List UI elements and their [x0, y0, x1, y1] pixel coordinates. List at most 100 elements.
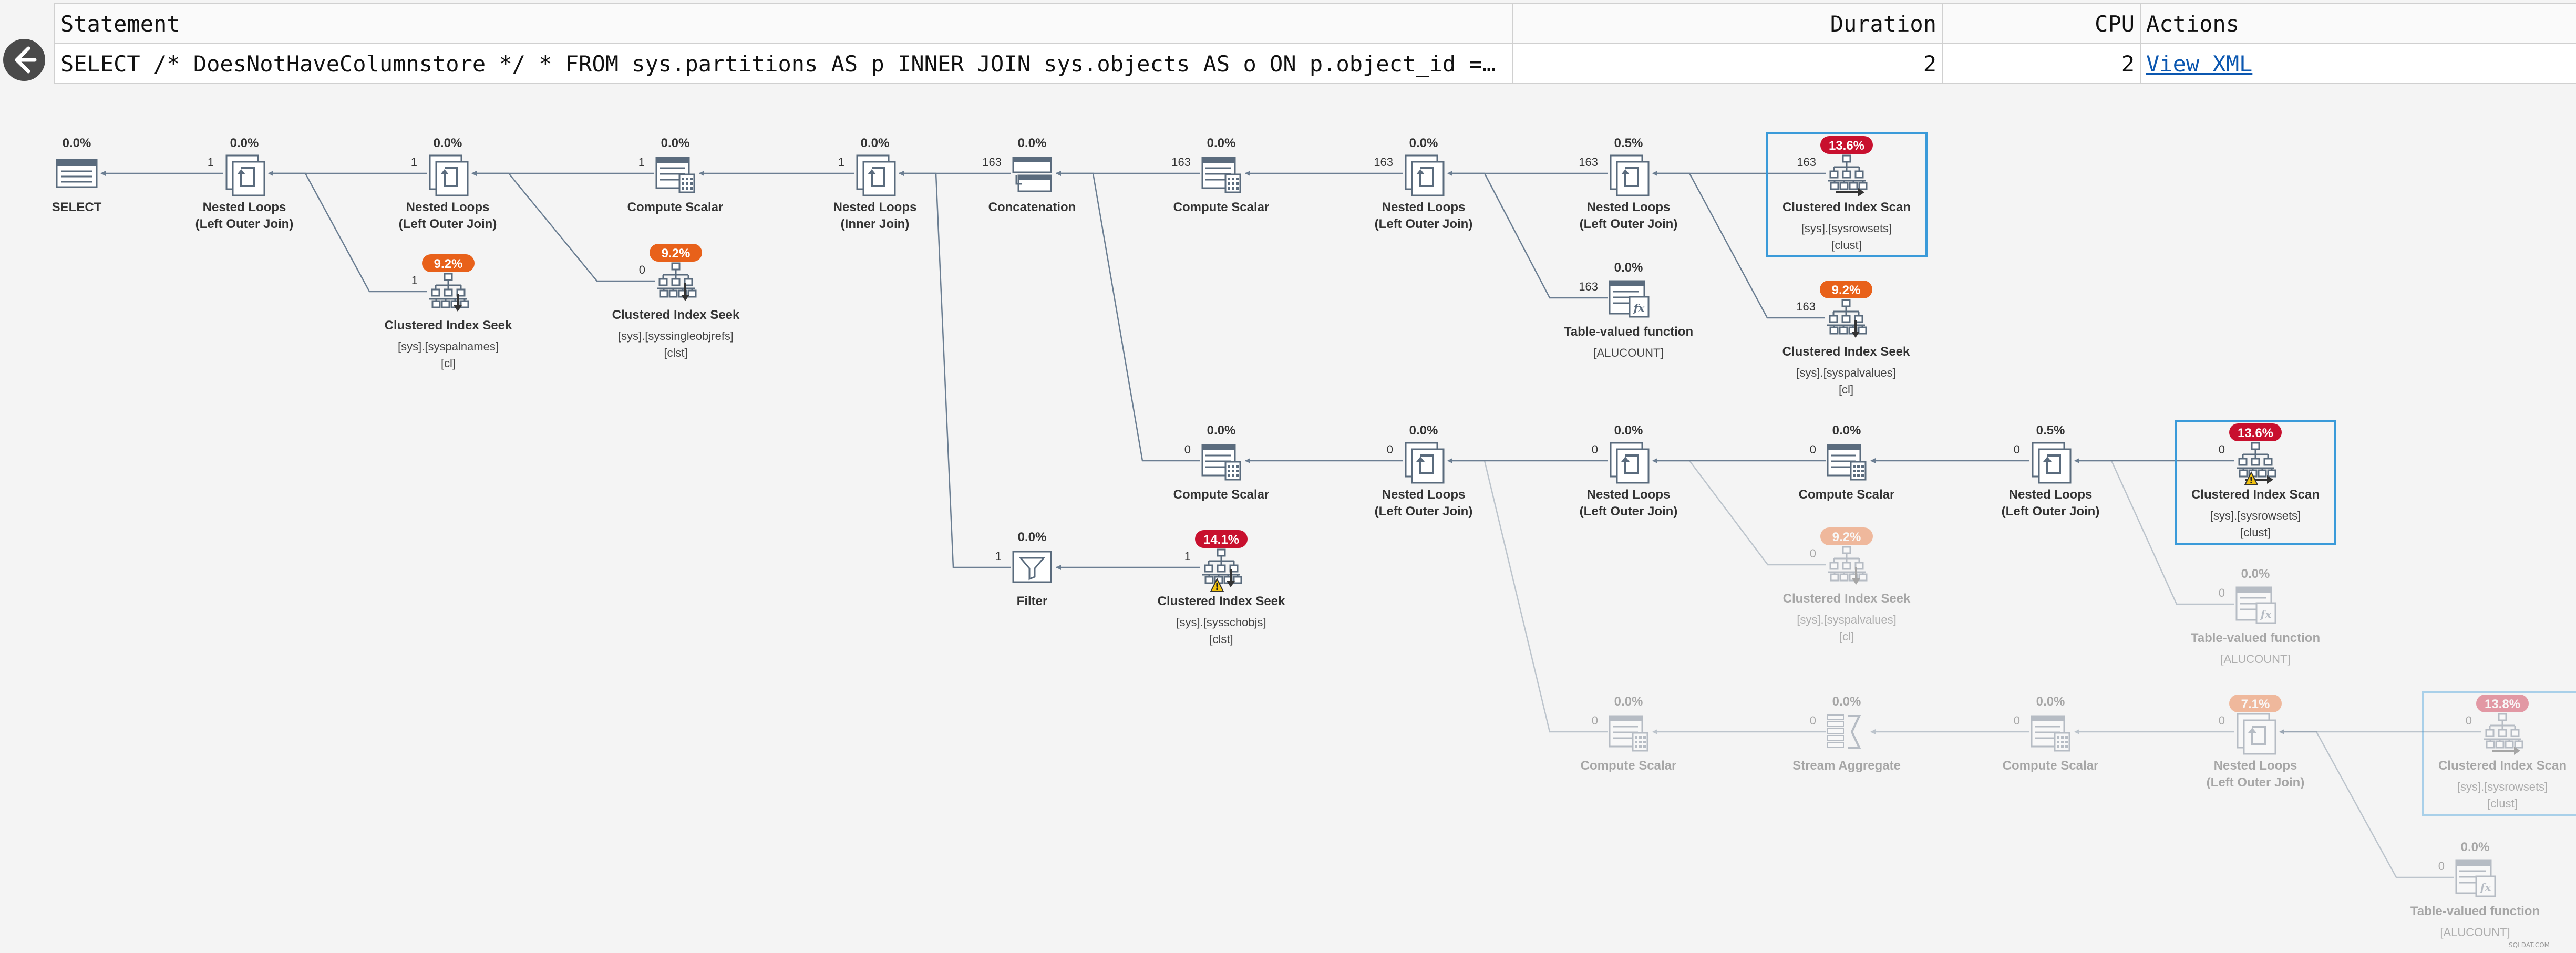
- plan-node-select[interactable]: 0.0% SELECT: [52, 136, 102, 214]
- plan-node-nl3[interactable]: 0.0% Nested Loops (Inner Join): [833, 136, 917, 231]
- plan-node-seek4[interactable]: 14.1%!Clustered Index Seek [sys].[sysscho…: [1158, 530, 1285, 646]
- operator-detail: [sys].[syspalnames]: [398, 340, 499, 353]
- operator-label: (Left Outer Join): [1580, 217, 1678, 231]
- operator-detail: [sys].[syspalvalues]: [1796, 366, 1896, 379]
- cost-percent: 13.6%: [1829, 139, 1864, 153]
- row-count-label: 163: [982, 156, 1002, 169]
- operator-detail: [clst]: [664, 346, 687, 359]
- plan-node-cs3[interactable]: 0.0% Compute Scalar: [1173, 423, 1270, 502]
- plan-node-tvf3[interactable]: 0.0% fx Table-valued function [ALUCOUNT]: [2410, 840, 2540, 939]
- plan-node-sa[interactable]: 0.0% Stream Aggregate: [1792, 695, 1901, 773]
- plan-node-seek3[interactable]: 9.2% Clustered Index Seek [sys].[syspalval…: [1782, 281, 1910, 396]
- plan-node-cs1[interactable]: 0.0% Compute Scalar: [627, 136, 724, 214]
- row-count-label: 0: [1810, 443, 1816, 456]
- row-count-label: 163: [1579, 280, 1598, 293]
- svg-text:fx: fx: [2479, 881, 2492, 894]
- plan-node-cs5[interactable]: 0.0% Compute Scalar: [1581, 695, 1677, 773]
- row-count-label: 0: [2219, 443, 2225, 456]
- operator-detail: [clust]: [1831, 239, 1861, 252]
- operator-label: Nested Loops: [406, 200, 490, 214]
- row-count-label: 0: [2219, 714, 2225, 727]
- cost-percent: 14.1%: [1203, 533, 1239, 547]
- plan-edge: 163: [1245, 156, 1403, 176]
- cost-percent: 0.0%: [1018, 136, 1047, 150]
- plan-node-nl2[interactable]: 0.0% Nested Loops (Left Outer Join): [399, 136, 497, 231]
- plan-node-cs2[interactable]: 0.0% Compute Scalar: [1173, 136, 1270, 214]
- plan-node-nl9[interactable]: 7.1% Nested Loops (Left Outer Join): [2207, 695, 2305, 790]
- plan-node-seek2[interactable]: 9.2% Clustered Index Seek [sys].[syssingle…: [612, 244, 740, 359]
- row-count-label: 0: [1810, 547, 1816, 560]
- svg-text:!: !: [1215, 582, 1219, 593]
- table-valued-function-icon: fx: [2455, 859, 2496, 897]
- plan-node-cs6[interactable]: 0.0% Compute Scalar: [2003, 695, 2099, 773]
- plan-edge: 0: [1652, 458, 1826, 566]
- cost-percent: 9.2%: [1832, 283, 1861, 297]
- plan-edge: 0: [1652, 714, 1826, 734]
- plan-node-concat[interactable]: 0.0% Concatenation: [988, 136, 1076, 214]
- clustered-index-seek-icon: [429, 273, 469, 312]
- nested-loops-icon: [1610, 442, 1650, 484]
- plan-edge: 163: [1447, 156, 1608, 176]
- plan-node-nl4[interactable]: 0.0% Nested Loops (Left Outer Join): [1375, 136, 1473, 231]
- plan-node-cis1[interactable]: 13.6% Clustered Index Scan [sys].[sysrowse…: [1766, 132, 1928, 257]
- plan-edge: 0: [2279, 729, 2454, 878]
- plan-edge: 1: [699, 156, 854, 176]
- svg-text:fx: fx: [1633, 302, 1645, 314]
- plan-node-tvf2[interactable]: 0.0% fx Table-valued function [ALUCOUNT]: [2191, 567, 2320, 666]
- clustered-index-seek-icon: [1828, 546, 1868, 585]
- plan-edge: 1: [471, 156, 654, 176]
- clustered-index-scan-icon: [2237, 442, 2276, 484]
- compute-scalar-icon: [1201, 157, 1241, 193]
- operator-label: Clustered Index Scan: [2191, 488, 2320, 502]
- plan-node-cis2[interactable]: 13.6%! Clustered Index Scan [sys].[sysrows…: [2175, 420, 2336, 545]
- operator-label: (Left Outer Join): [2002, 504, 2100, 519]
- table-valued-function-icon: fx: [2235, 586, 2276, 624]
- plan-node-seek5[interactable]: 9.2% Clustered Index Seek [sys].[syspalval…: [1783, 527, 1911, 643]
- clustered-index-scan-icon: [1828, 154, 1868, 196]
- operator-label: Compute Scalar: [1581, 759, 1677, 773]
- plan-node-cis3[interactable]: 13.8% Clustered Index Scan [sys].[sysrowse…: [2422, 691, 2576, 816]
- cost-percent: 0.0%: [1614, 695, 1643, 709]
- plan-node-tvf1[interactable]: 0.0% fx Table-valued function [ALUCOUNT]: [1564, 261, 1693, 359]
- plan-node-cs4[interactable]: 0.0% Compute Scalar: [1799, 423, 1895, 502]
- nested-loops-icon: [1610, 154, 1650, 196]
- plan-edge: 1: [268, 171, 427, 293]
- operator-detail: [sys].[sysrowsets]: [1801, 222, 1892, 235]
- plan-edge: 163: [1447, 171, 1608, 299]
- cost-percent: 0.0%: [1614, 261, 1643, 275]
- row-count-label: 1: [995, 550, 1002, 563]
- operator-label: Clustered Index Scan: [1782, 200, 1911, 214]
- cost-percent: 0.0%: [230, 136, 259, 150]
- operator-label: Table-valued function: [1564, 325, 1693, 339]
- edge-line: [2279, 729, 2454, 878]
- row-count-label: 0: [2466, 714, 2472, 727]
- plan-node-nl5[interactable]: 0.5% Nested Loops (Left Outer Join): [1580, 136, 1678, 231]
- plan-node-nl6[interactable]: 0.0% Nested Loops (Left Outer Join): [1375, 423, 1473, 519]
- plan-edge: 163: [1056, 156, 1200, 176]
- row-count-label: 163: [1797, 156, 1816, 169]
- row-count-label: 1: [411, 156, 417, 169]
- edge-line: [1056, 171, 1200, 462]
- plan-node-nl8[interactable]: 0.5% Nested Loops (Left Outer Join): [2002, 423, 2100, 519]
- plan-edge: 0: [2074, 714, 2234, 734]
- operator-detail: [clust]: [2240, 526, 2270, 539]
- plan-node-seek1[interactable]: 9.2% Clustered Index Seek [sys].[syspalnam…: [385, 254, 512, 370]
- row-count-label: 1: [838, 156, 844, 169]
- operator-detail: [sys].[sysrowsets]: [2210, 509, 2301, 522]
- cost-percent: 0.0%: [1207, 136, 1236, 150]
- plan-edge: 0: [1245, 443, 1403, 463]
- nested-loops-icon: [856, 154, 896, 196]
- operator-detail: [cl]: [441, 357, 456, 370]
- plan-edge: 0: [1652, 443, 1826, 463]
- operator-detail: [ALUCOUNT]: [2440, 926, 2510, 939]
- operator-detail: [sys].[syssingleobjrefs]: [618, 329, 734, 343]
- plan-node-filter[interactable]: 0.0% Filter: [1012, 530, 1052, 608]
- clustered-index-scan-icon: [2484, 713, 2523, 755]
- cost-percent: 0.0%: [2036, 695, 2065, 709]
- plan-node-nl7[interactable]: 0.0% Nested Loops (Left Outer Join): [1580, 423, 1678, 519]
- plan-node-nl1[interactable]: 0.0% Nested Loops (Left Outer Join): [195, 136, 294, 231]
- edge-line: [1652, 458, 1826, 566]
- row-count-label: 0: [1592, 714, 1598, 727]
- operator-detail: [cl]: [1839, 630, 1854, 643]
- operator-label: Nested Loops: [2214, 759, 2297, 773]
